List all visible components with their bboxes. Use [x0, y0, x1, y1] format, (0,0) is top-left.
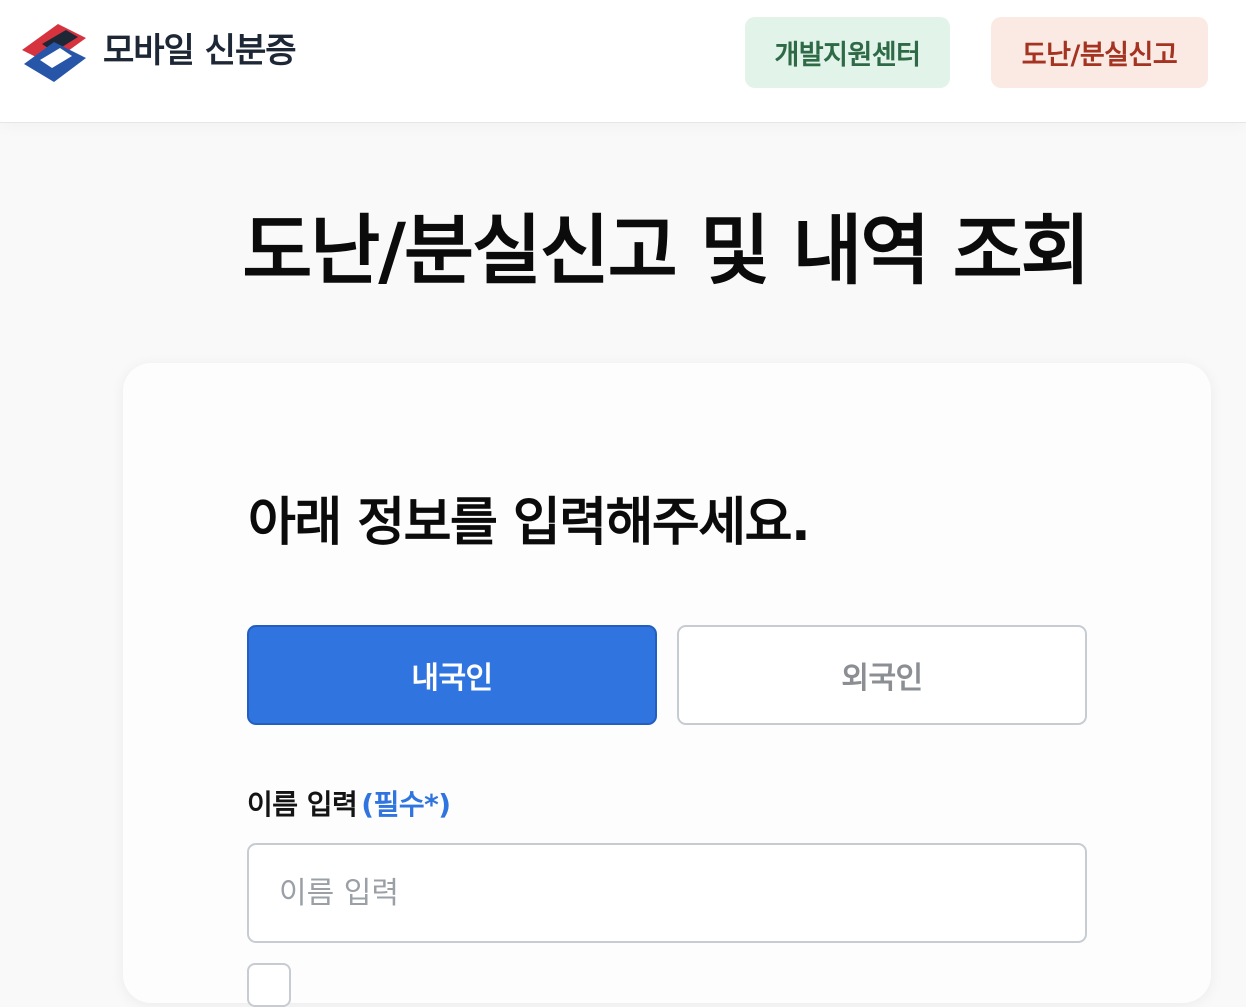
form-heading: 아래 정보를 입력해주세요.: [248, 493, 811, 553]
form-card: 아래 정보를 입력해주세요. 내국인 외국인 이름 입력 (필수*): [123, 363, 1211, 1007]
site-header: 모바일 신분증 개발지원센터 도난/분실신고: [0, 0, 1246, 123]
name-input[interactable]: [247, 843, 1087, 943]
page-title: 도난/분실신고 및 내역 조회: [242, 206, 1090, 295]
agree-checkbox[interactable]: [247, 963, 291, 1007]
tab-foreign[interactable]: 외국인: [677, 625, 1087, 725]
report-button[interactable]: 도난/분실신고: [991, 17, 1208, 88]
name-field-label: 이름 입력 (필수*): [247, 785, 451, 825]
name-label-text: 이름 입력: [247, 788, 358, 821]
brand-name[interactable]: 모바일 신분증: [103, 28, 297, 74]
mobile-id-logo-icon[interactable]: [20, 20, 90, 84]
required-marker: (필수*): [361, 788, 451, 821]
tab-domestic[interactable]: 내국인: [247, 625, 657, 725]
dev-center-button[interactable]: 개발지원센터: [745, 17, 950, 88]
